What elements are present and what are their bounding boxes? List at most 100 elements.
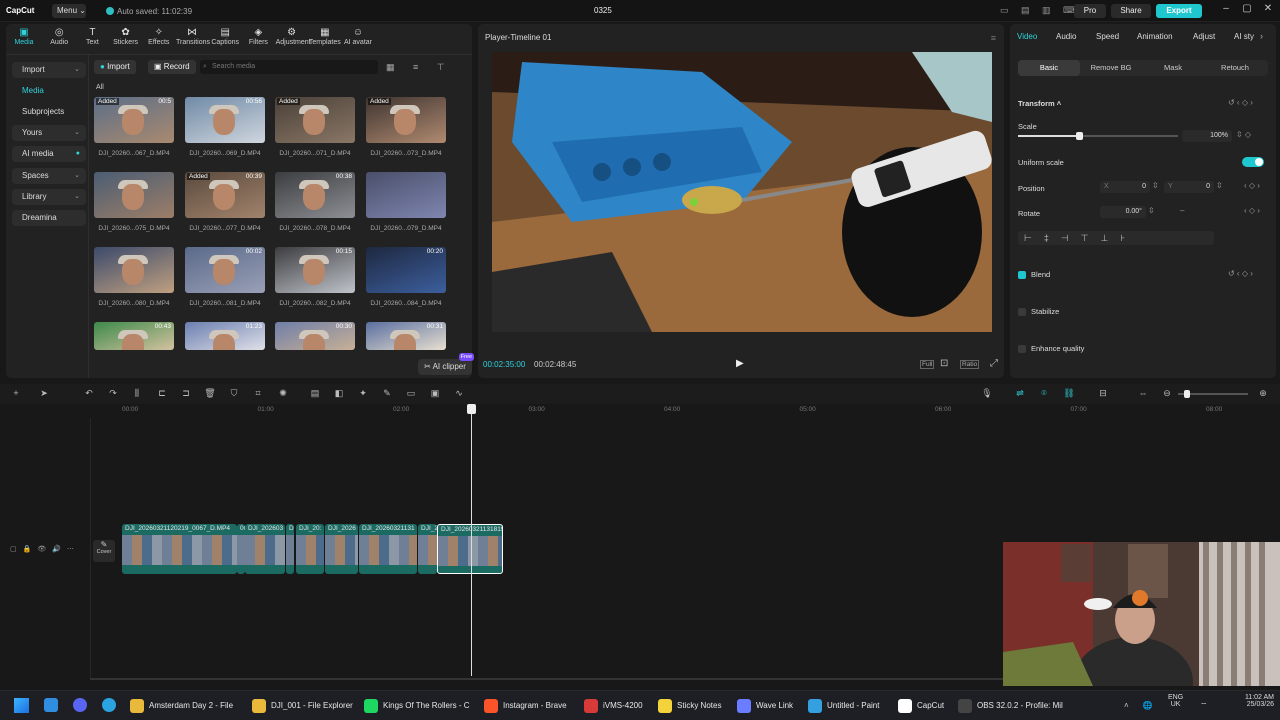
tab-audio[interactable]: Audio <box>1056 32 1076 41</box>
align-toolbar[interactable]: ⊢‡⊣⊤⊥⊦ <box>1018 231 1214 245</box>
split-icon[interactable]: ⫼ <box>130 388 144 399</box>
subtab-remove-bg[interactable]: Remove BG <box>1080 60 1142 76</box>
pro-button[interactable]: Pro <box>1074 4 1106 18</box>
sidebar-item-spaces[interactable]: Spaces ⌄ <box>12 168 86 184</box>
media-thumbnail[interactable]: 01:23 <box>185 322 265 350</box>
tab-templates[interactable]: ▦ Templates <box>309 27 341 51</box>
tab-filters[interactable]: ◈ Filters <box>242 27 274 51</box>
media-thumbnail[interactable]: 00:30 <box>275 322 355 350</box>
share-button[interactable]: Share <box>1111 4 1151 18</box>
export-button[interactable]: Export <box>1156 4 1202 18</box>
media-thumbnail[interactable]: Added <box>275 97 355 143</box>
tab-effects[interactable]: ✧ Effects <box>143 27 175 51</box>
media-thumbnail[interactable] <box>94 247 174 293</box>
mirror-icon[interactable]: ◧ <box>332 388 346 399</box>
add-icon[interactable]: + <box>9 388 23 398</box>
timeline-clip[interactable]: DJI_2026 <box>325 524 358 574</box>
taskbar-app[interactable]: DJI_001 - File Explorer <box>252 698 353 714</box>
media-thumbnail[interactable]: 00:31 <box>366 322 446 350</box>
taskbar-app[interactable]: Wave Link <box>737 698 793 714</box>
uniform-scale-toggle[interactable] <box>1242 157 1264 167</box>
tab-animation[interactable]: Animation <box>1137 32 1173 41</box>
media-thumbnail[interactable]: Added <box>366 97 446 143</box>
split-left-icon[interactable]: ⊏ <box>155 388 169 399</box>
timeline-clip[interactable]: 00 <box>237 524 245 574</box>
undo-icon[interactable]: ↶ <box>82 388 96 399</box>
sidebar-item-ai-media[interactable]: AI media ● <box>12 146 86 162</box>
flip-icon[interactable]: – <box>1180 206 1184 215</box>
x-stepper-icon[interactable]: ⇳ <box>1152 181 1159 190</box>
media-thumbnail[interactable]: 00:02 <box>185 247 265 293</box>
chevron-right-icon[interactable]: › <box>1260 31 1263 41</box>
media-thumbnail[interactable]: Added 00:39 <box>185 172 265 218</box>
tab-adjust[interactable]: Adjust <box>1193 32 1215 41</box>
scale-stepper-icon[interactable]: ⇳ ◇ <box>1236 130 1251 139</box>
keyframe-icon[interactable]: ‹ ◇ › <box>1244 181 1260 190</box>
outlook-icon[interactable] <box>44 698 58 712</box>
split-right-icon[interactable]: ⊐ <box>179 388 193 399</box>
full-button[interactable]: Full <box>920 360 935 369</box>
filter-all[interactable]: All <box>96 84 104 91</box>
timeline-clip[interactable]: DJI_20260321131 <box>359 524 417 574</box>
timeline-clip[interactable]: DJI_2 <box>418 524 437 574</box>
tab-stickers[interactable]: ✿ Stickers <box>110 27 142 51</box>
taskbar-app[interactable]: Sticky Notes <box>658 698 721 714</box>
snapshot-icon[interactable]: ⊡ <box>940 358 948 369</box>
position-x-input[interactable]: X0 <box>1100 181 1150 193</box>
stabilize-checkbox[interactable] <box>1018 308 1026 316</box>
tab-ai-sty[interactable]: AI sty <box>1234 32 1254 41</box>
subtab-retouch[interactable]: Retouch <box>1204 60 1266 76</box>
tray-icons[interactable]: ˄ 🌐 <box>1124 701 1159 710</box>
media-thumbnail[interactable] <box>366 172 446 218</box>
media-thumbnail[interactable] <box>94 172 174 218</box>
language-indicator[interactable]: ENG UK <box>1168 694 1183 708</box>
maximize-icon[interactable]: ▢ <box>1237 3 1257 19</box>
sidebar-item-import[interactable]: Import ⌄ <box>12 62 86 78</box>
taskbar-app[interactable]: Amsterdam Day 2 - File <box>130 698 233 714</box>
media-thumbnail[interactable]: 00:43 <box>94 322 174 350</box>
tab-video[interactable]: Video <box>1017 32 1037 41</box>
tab-media[interactable]: ▣ Media <box>8 27 40 51</box>
close-icon[interactable]: ✕ <box>1258 3 1278 19</box>
timeline-clip[interactable]: D <box>286 524 294 574</box>
blend-checkbox[interactable] <box>1018 271 1026 279</box>
delete-icon[interactable]: 🗑 <box>203 388 217 399</box>
microphone-icon[interactable]: 🎙 <box>980 388 994 399</box>
zoom-slider[interactable] <box>1178 390 1248 398</box>
sidebar-item-dreamina[interactable]: Dreamina <box>12 210 86 226</box>
tab-captions[interactable]: ▤ Captions <box>209 27 241 51</box>
media-thumbnail[interactable]: 00:15 <box>275 247 355 293</box>
image-icon[interactable]: ▣ <box>428 388 442 399</box>
magnet-icon[interactable]: ⌾ <box>1037 388 1051 399</box>
view-sort-icons[interactable]: ▦ ≡ ⊤ <box>386 62 453 73</box>
timeline-clip[interactable]: DJI_202603 <box>245 524 285 574</box>
search-input[interactable]: ⌕ Search media <box>200 60 378 74</box>
menu-button[interactable]: Menu ⌄ <box>52 4 86 18</box>
playhead-handle[interactable] <box>467 404 476 414</box>
timeline-clip[interactable]: DJI_20: <box>296 524 324 574</box>
sidebar-item-subprojects[interactable]: Subprojects <box>12 104 86 120</box>
taskbar-app[interactable]: iVMS-4200 <box>584 698 643 714</box>
ai-clipper-button[interactable]: ✂ AI clipper Free <box>418 353 474 375</box>
chain-icon[interactable]: ⛓ <box>1062 388 1076 399</box>
subtab-mask[interactable]: Mask <box>1142 60 1204 76</box>
cover-button[interactable]: ✎ Cover <box>93 540 115 562</box>
taskbar-app[interactable]: OBS 32.0.2 - Profile: Mil <box>958 698 1063 714</box>
media-thumbnail[interactable]: Added 00:5 <box>94 97 174 143</box>
preview-axis-icon[interactable]: ⊟ <box>1096 388 1110 399</box>
telegram-icon[interactable] <box>102 698 116 712</box>
position-y-input[interactable]: Y0 <box>1164 181 1214 193</box>
taskbar-app[interactable]: CapCut <box>898 698 944 714</box>
crop-icon[interactable]: ⌗ <box>251 388 265 399</box>
ratio-button[interactable]: Ratio <box>960 360 980 369</box>
media-thumbnail[interactable]: 00:56 <box>185 97 265 143</box>
select-icon[interactable]: ➤ <box>37 388 51 399</box>
media-thumbnail[interactable]: 00:38 <box>275 172 355 218</box>
time-ruler[interactable]: 00:00 01:00 02:00 03:00 04:00 05:00 06:00 07:00… <box>90 404 1280 418</box>
tab-speed[interactable]: Speed <box>1096 32 1119 41</box>
transform-heading[interactable]: Transform ˄ <box>1018 99 1061 108</box>
shield-icon[interactable]: ⛉ <box>227 388 241 399</box>
tab-transitions[interactable]: ⋈ Transitions <box>176 27 210 51</box>
redo-icon[interactable]: ↷ <box>106 388 120 399</box>
enhance-checkbox[interactable] <box>1018 345 1026 353</box>
